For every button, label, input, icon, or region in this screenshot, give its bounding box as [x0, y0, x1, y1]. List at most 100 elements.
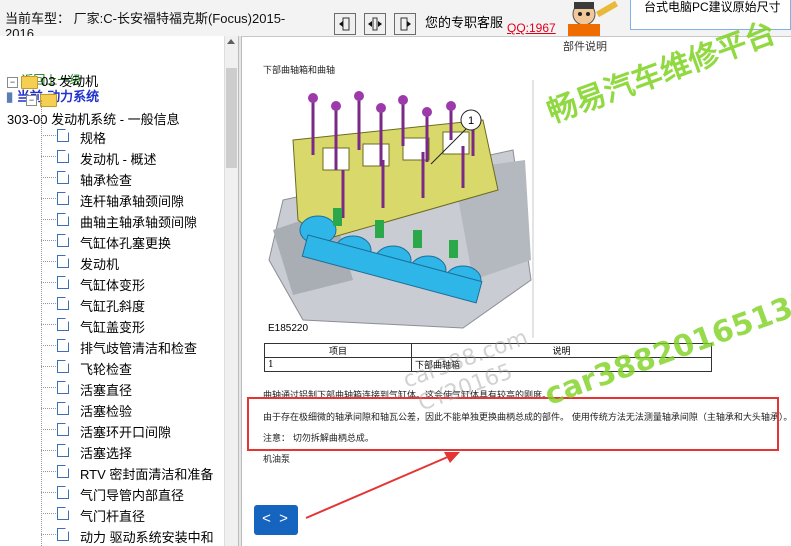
tree-item[interactable]: 气缸孔斜度	[80, 296, 145, 315]
highlight-box	[247, 397, 779, 451]
tree-guide-line	[41, 345, 56, 346]
document-icon	[57, 129, 69, 142]
section-title: 下部曲轴箱和曲轴	[263, 66, 336, 76]
tree-guide-line	[41, 492, 56, 493]
sidebar: ⇐ 返回上一级 ▮ 当前:动力系统 −03 发动机 − 303-00 发动机系统…	[0, 36, 238, 546]
mechanic-mascot-icon	[568, 0, 619, 36]
tree-item[interactable]: 气门杆直径	[80, 506, 145, 525]
folder-open-icon	[21, 76, 38, 90]
tree-item[interactable]: 气缸体孔塞更换	[80, 233, 171, 252]
nav-next-icon	[400, 17, 411, 31]
tree-item[interactable]: 发动机	[80, 254, 119, 273]
tree-guide-line	[41, 534, 56, 535]
qq-link[interactable]: QQ:1967	[507, 21, 556, 35]
document-icon	[57, 297, 69, 310]
part-description-label: 部件说明	[563, 41, 607, 53]
tree-node-label: 03 发动机	[41, 74, 99, 89]
tree-item[interactable]: 连杆轴承轴颈间隙	[80, 191, 184, 210]
nav-prev-icon	[339, 17, 350, 31]
tree-item[interactable]: RTV 密封面清洁和准备	[80, 464, 213, 483]
nav-expand-button[interactable]	[364, 13, 386, 35]
tree-item[interactable]: 活塞直径	[80, 380, 132, 399]
pager-button[interactable]: < >	[254, 505, 298, 535]
scroll-up-icon[interactable]	[227, 39, 235, 44]
sidebar-scrollbar[interactable]	[224, 36, 238, 546]
tree-guide-line	[41, 156, 56, 157]
nav-expand-icon	[368, 17, 382, 31]
tree-guide-line	[41, 261, 56, 262]
tree-guide-line	[41, 240, 56, 241]
tree-guide-line	[41, 450, 56, 451]
document-icon	[57, 360, 69, 373]
tree-item[interactable]: 飞轮检查	[80, 359, 132, 378]
figure-code: E185220	[268, 323, 309, 334]
collapse-icon[interactable]: −	[7, 77, 18, 89]
tree-guide-line	[41, 471, 56, 472]
scrollbar-thumb[interactable]	[226, 68, 237, 168]
table-row: 1 下部曲轴箱	[264, 357, 712, 372]
document-icon	[57, 171, 69, 184]
tree-guide-line	[41, 513, 56, 514]
document-icon	[57, 150, 69, 163]
document-icon	[57, 192, 69, 205]
tree-node-subfolder[interactable]: −	[26, 92, 60, 108]
legend-table: 项目 说明 1 下部曲轴箱	[264, 343, 712, 372]
document-icon	[57, 339, 69, 352]
tree-guide-line	[41, 324, 56, 325]
collapse-icon[interactable]: −	[26, 95, 37, 107]
tree-item[interactable]: 动力 驱动系统安装中和	[80, 527, 214, 546]
nav-next-button[interactable]	[394, 13, 416, 35]
tree-item[interactable]: 活塞选择	[80, 443, 132, 462]
service-label: 您的专职客服	[425, 15, 504, 30]
tree-node-engine[interactable]: − 03 发动机	[7, 71, 98, 90]
document-icon	[57, 402, 69, 415]
tree-item[interactable]: 规格	[80, 128, 106, 147]
document-icon	[57, 234, 69, 247]
annotation-arrow-icon	[305, 452, 460, 519]
tree-guide-line	[41, 198, 56, 199]
table-cell: 下部曲轴箱	[411, 357, 712, 372]
tree-item[interactable]: 气门导管内部直径	[80, 485, 184, 504]
nav-prev-button[interactable]	[334, 13, 356, 35]
vehicle-model-label: 当前车型： 厂家:C-长安福特福克斯(Focus)2015-2016	[5, 11, 286, 36]
tree-guide-line	[41, 429, 56, 430]
top-bar: 当前车型： 厂家:C-长安福特福克斯(Focus)2015-2016 您的专职客…	[0, 0, 791, 37]
document-icon	[57, 528, 69, 541]
pane-splitter[interactable]	[238, 36, 242, 546]
crankcase-illustration: 1	[263, 80, 535, 338]
tree-item[interactable]: 活塞环开口间隙	[80, 422, 171, 441]
document-icon	[57, 318, 69, 331]
tree-guide-line	[41, 177, 56, 178]
document-icon	[57, 276, 69, 289]
document-icon	[57, 507, 69, 520]
document-icon	[57, 465, 69, 478]
tree-guide-line	[41, 219, 56, 220]
tree-guide-line	[41, 100, 42, 546]
document-icon	[57, 444, 69, 457]
database-icon: ▮	[6, 89, 14, 104]
tree-guide-line	[41, 303, 56, 304]
document-icon	[57, 213, 69, 226]
tree-node-section[interactable]: 303-00 发动机系统 - 一般信息	[7, 109, 180, 128]
next-section-heading: 机油泵	[263, 455, 291, 465]
tree-item[interactable]: 活塞检验	[80, 401, 132, 420]
tree-item[interactable]: 曲轴主轴承轴颈间隙	[80, 212, 197, 231]
document-icon	[57, 486, 69, 499]
tree-item[interactable]: 轴承检查	[80, 170, 132, 189]
tree-guide-line	[41, 135, 56, 136]
column-header: 说明	[411, 343, 712, 358]
document-icon	[57, 381, 69, 394]
document-icon	[57, 423, 69, 436]
document-icon	[57, 255, 69, 268]
tree-guide-line	[41, 387, 56, 388]
tree-item[interactable]: 排气歧管清洁和检查	[80, 338, 197, 357]
tree-item[interactable]: 气缸盖变形	[80, 317, 145, 336]
tree-guide-line	[41, 408, 56, 409]
table-header-row: 项目 说明	[264, 343, 712, 358]
tree-item[interactable]: 气缸体变形	[80, 275, 145, 294]
column-header: 项目	[264, 343, 412, 358]
callout-number: 1	[468, 115, 474, 127]
notice-banner: 台式电脑PC建议原始尺寸	[630, 0, 791, 30]
tree-guide-line	[41, 366, 56, 367]
tree-item[interactable]: 发动机 - 概述	[80, 149, 157, 168]
